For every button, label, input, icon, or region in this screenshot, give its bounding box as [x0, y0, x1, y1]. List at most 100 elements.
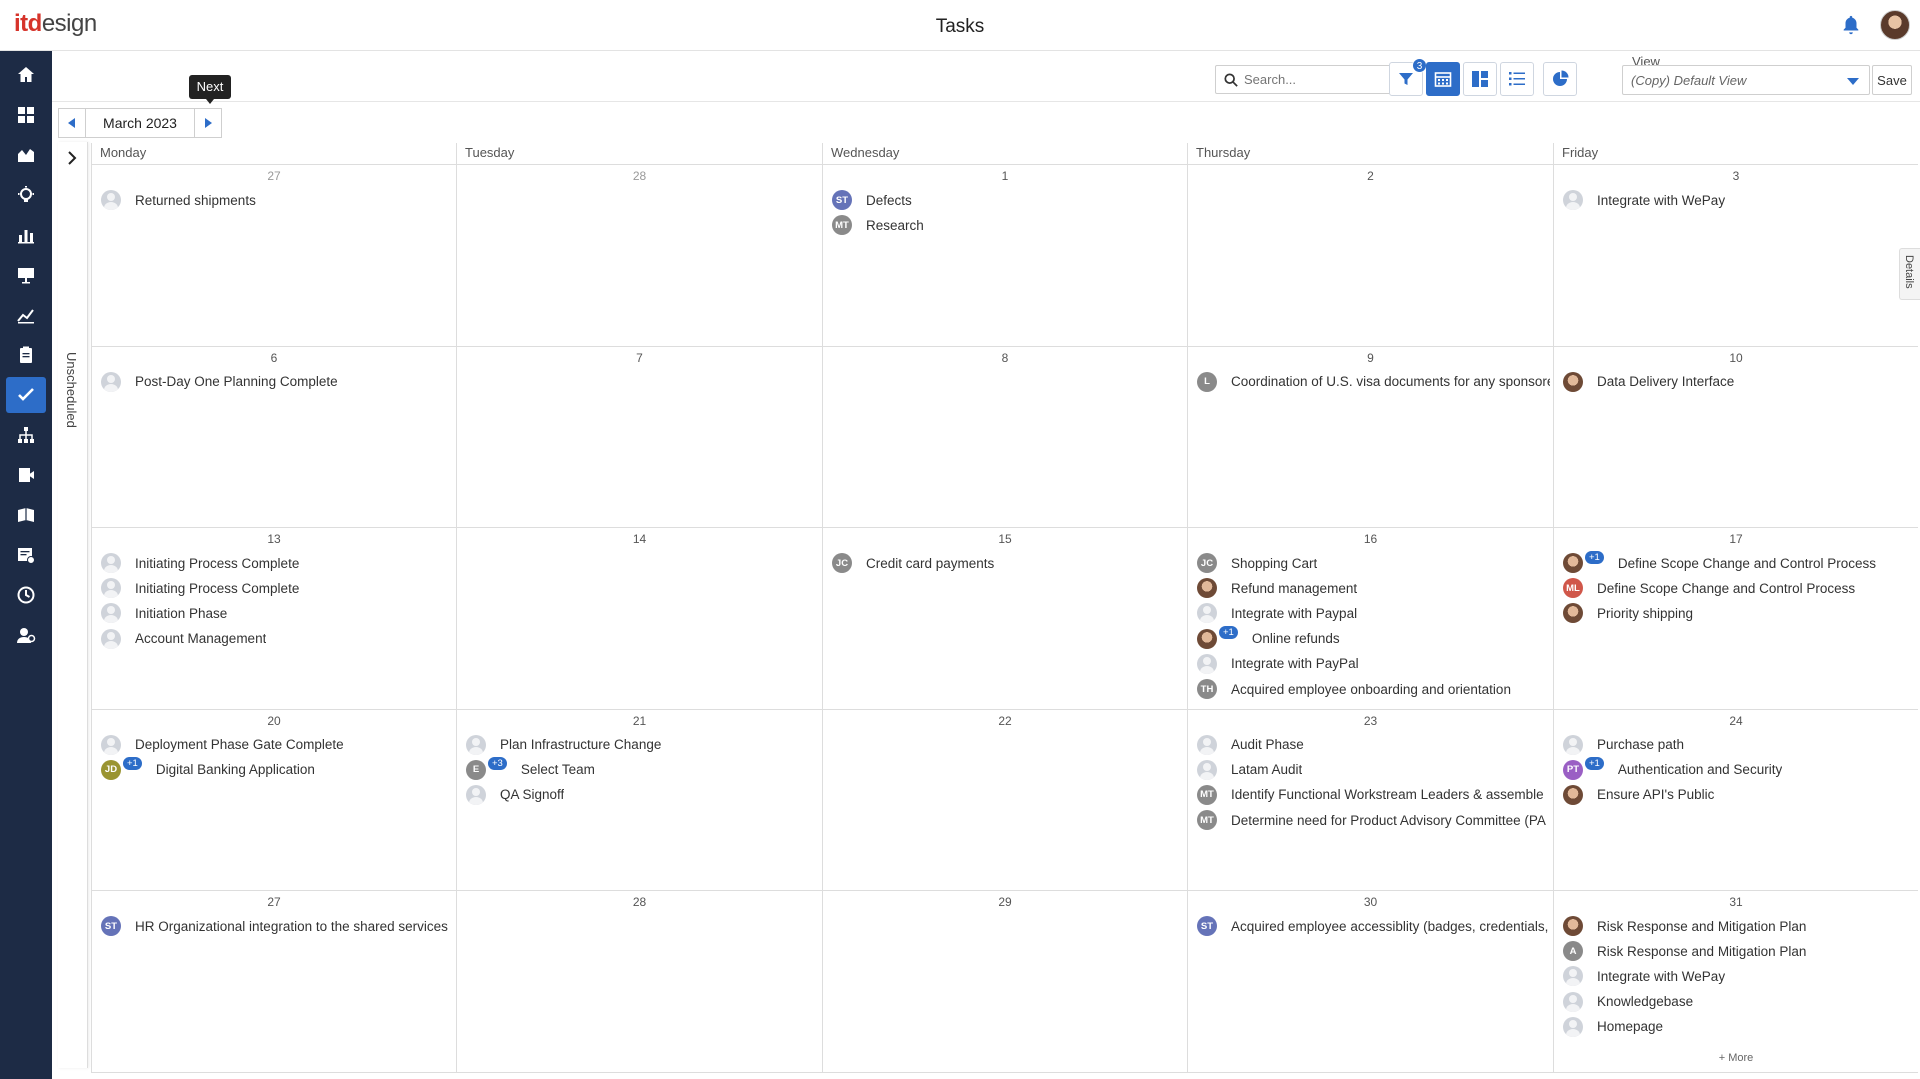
task-item[interactable]: Initiating Process Complete — [101, 552, 453, 574]
list-view-button[interactable] — [1500, 62, 1534, 96]
task-item[interactable]: MT Research — [832, 214, 1184, 236]
calendar-day-cell[interactable]: 8 — [822, 346, 1187, 528]
task-item[interactable]: PT +1 Authentication and Security — [1563, 757, 1915, 781]
task-item[interactable]: Ensure API's Public — [1563, 784, 1915, 806]
sidebar-item-ideas[interactable] — [6, 177, 46, 213]
task-item[interactable]: ST Defects — [832, 189, 1184, 211]
calendar-day-cell[interactable]: 27 ST HR Organizational integration to the… — [91, 891, 456, 1073]
current-month-label[interactable]: March 2023 — [86, 108, 194, 138]
calendar-day-cell[interactable]: 1 ST Defects MT Research — [822, 165, 1187, 347]
task-item[interactable]: Latam Audit — [1197, 759, 1550, 781]
task-item[interactable]: MT Determine need for Product Advisory Co… — [1197, 809, 1550, 831]
calendar-day-cell[interactable]: 13 Initiating Process Complete Initiating … — [91, 528, 456, 710]
sidebar-item-documents[interactable] — [6, 337, 46, 373]
calendar-day-cell[interactable]: 17 +1 Define Scope Change and Control Proc… — [1553, 528, 1918, 710]
unscheduled-label[interactable]: Unscheduled — [64, 352, 79, 428]
sidebar-item-resources[interactable] — [6, 457, 46, 493]
sidebar-item-portfolio[interactable] — [6, 137, 46, 173]
sidebar-item-presentation[interactable] — [6, 257, 46, 293]
calendar-day-cell[interactable]: 2 — [1187, 165, 1553, 347]
calendar-day-cell[interactable]: 10 Data Delivery Interface — [1553, 346, 1918, 528]
task-item[interactable]: E +3 Select Team — [466, 757, 819, 781]
calendar-day-cell[interactable]: 7 — [456, 346, 822, 528]
calendar-day-cell[interactable]: 31 Risk Response and Mitigation Plan A Risk… — [1553, 891, 1918, 1073]
task-item[interactable]: Integrate with WePay — [1563, 965, 1915, 987]
task-item[interactable]: ST HR Organizational integration to the s… — [101, 915, 453, 937]
calendar-day-cell[interactable]: 27 Returned shipments — [91, 165, 456, 347]
task-item[interactable]: Risk Response and Mitigation Plan — [1563, 915, 1915, 937]
calendar-view-button[interactable] — [1426, 62, 1460, 96]
sidebar-item-tasks[interactable] — [6, 377, 46, 413]
previous-month-button[interactable] — [58, 108, 86, 138]
task-item[interactable]: Data Delivery Interface — [1563, 371, 1915, 393]
sidebar-item-reports[interactable] — [6, 217, 46, 253]
task-item[interactable]: JC Credit card payments — [832, 552, 1184, 574]
sidebar-item-timesheet[interactable] — [6, 537, 46, 573]
user-avatar[interactable] — [1880, 10, 1910, 40]
calendar-day-cell[interactable]: 24 Purchase path PT +1 Authentication and Se… — [1553, 709, 1918, 891]
save-view-button[interactable]: Save — [1872, 65, 1912, 95]
calendar-day-cell[interactable]: 30 ST Acquired employee accessiblity (badg… — [1187, 891, 1553, 1073]
sidebar-item-analytics[interactable] — [6, 297, 46, 333]
sidebar-item-org-chart[interactable] — [6, 417, 46, 453]
task-item[interactable]: ST Acquired employee accessiblity (badges… — [1197, 915, 1550, 937]
sidebar-item-admin[interactable] — [6, 617, 46, 653]
task-item[interactable]: Integrate with Paypal — [1197, 602, 1550, 624]
task-item[interactable]: Homepage — [1563, 1016, 1915, 1038]
chart-view-button[interactable] — [1543, 62, 1577, 96]
task-item[interactable]: +1 Define Scope Change and Control Proces… — [1563, 550, 1915, 574]
calendar-day-cell[interactable]: 6 Post-Day One Planning Complete — [91, 346, 456, 528]
details-tab[interactable]: Details — [1899, 248, 1920, 300]
calendar-day-cell[interactable]: 16 JC Shopping Cart Refund management Integr… — [1187, 528, 1553, 710]
search-input[interactable] — [1244, 72, 1404, 87]
notifications-bell-icon[interactable] — [1840, 14, 1862, 36]
task-item[interactable]: Account Management — [101, 628, 453, 650]
calendar-day-cell[interactable]: 20 Deployment Phase Gate Complete JD +1 Digi… — [91, 709, 456, 891]
task-item[interactable]: Post-Day One Planning Complete — [101, 371, 453, 393]
calendar-day-cell[interactable]: 29 — [822, 891, 1187, 1073]
task-item[interactable]: Priority shipping — [1563, 602, 1915, 624]
task-item[interactable]: Returned shipments — [101, 189, 453, 211]
task-item[interactable]: A Risk Response and Mitigation Plan — [1563, 940, 1915, 962]
assignee-initials: MT — [1197, 810, 1217, 831]
task-item[interactable]: Knowledgebase — [1563, 991, 1915, 1013]
task-item[interactable]: Audit Phase — [1197, 734, 1550, 756]
sidebar-item-time[interactable] — [6, 577, 46, 613]
task-item[interactable]: ML Define Scope Change and Control Proces… — [1563, 577, 1915, 599]
task-item[interactable]: JC Shopping Cart — [1197, 552, 1550, 574]
task-item[interactable]: TH Acquired employee onboarding and orien… — [1197, 678, 1550, 700]
next-month-button[interactable] — [194, 108, 222, 138]
board-view-button[interactable] — [1463, 62, 1497, 96]
sidebar-item-library[interactable] — [6, 497, 46, 533]
task-item[interactable]: JD +1 Digital Banking Application — [101, 757, 453, 781]
sidebar-item-home[interactable] — [6, 57, 46, 93]
task-item[interactable]: Deployment Phase Gate Complete — [101, 734, 453, 756]
task-item[interactable]: L Coordination of U.S. visa documents for… — [1197, 371, 1550, 393]
task-item[interactable]: Initiating Process Complete — [101, 577, 453, 599]
chevron-right-icon[interactable] — [67, 150, 79, 166]
task-item[interactable]: +1 Online refunds — [1197, 626, 1550, 650]
calendar-day-cell[interactable]: 28 — [456, 891, 822, 1073]
task-item[interactable]: Plan Infrastructure Change — [466, 734, 819, 756]
calendar-day-cell[interactable]: 21 Plan Infrastructure Change E +3 Select Te… — [456, 709, 822, 891]
calendar-day-cell[interactable]: 9 L Coordination of U.S. visa documents fo… — [1187, 346, 1553, 528]
task-item[interactable]: MT Identify Functional Workstream Leaders… — [1197, 784, 1550, 806]
task-item[interactable]: Integrate with PayPal — [1197, 653, 1550, 675]
task-item[interactable]: Initiation Phase — [101, 602, 453, 624]
task-item[interactable]: QA Signoff — [466, 784, 819, 806]
calendar-day-cell[interactable]: 23 Audit Phase Latam Audit MT Identify Funct… — [1187, 709, 1553, 891]
calendar-day-cell[interactable]: 3 Integrate with WePay — [1553, 165, 1918, 347]
search-box[interactable] — [1215, 65, 1417, 94]
view-select[interactable]: (Copy) Default View — [1622, 65, 1870, 95]
more-tasks-link[interactable]: + More — [1554, 1052, 1918, 1064]
task-item[interactable]: Integrate with WePay — [1563, 189, 1915, 211]
sidebar-item-dashboard[interactable] — [6, 97, 46, 133]
app-logo[interactable]: itdesign — [14, 10, 97, 38]
calendar-day-cell[interactable]: 28 — [456, 165, 822, 347]
task-item[interactable]: Purchase path — [1563, 734, 1915, 756]
calendar-day-cell[interactable]: 14 — [456, 528, 822, 710]
filter-button[interactable]: 3 — [1389, 58, 1427, 96]
calendar-day-cell[interactable]: 15 JC Credit card payments — [822, 528, 1187, 710]
task-item[interactable]: Refund management — [1197, 577, 1550, 599]
calendar-day-cell[interactable]: 22 — [822, 709, 1187, 891]
